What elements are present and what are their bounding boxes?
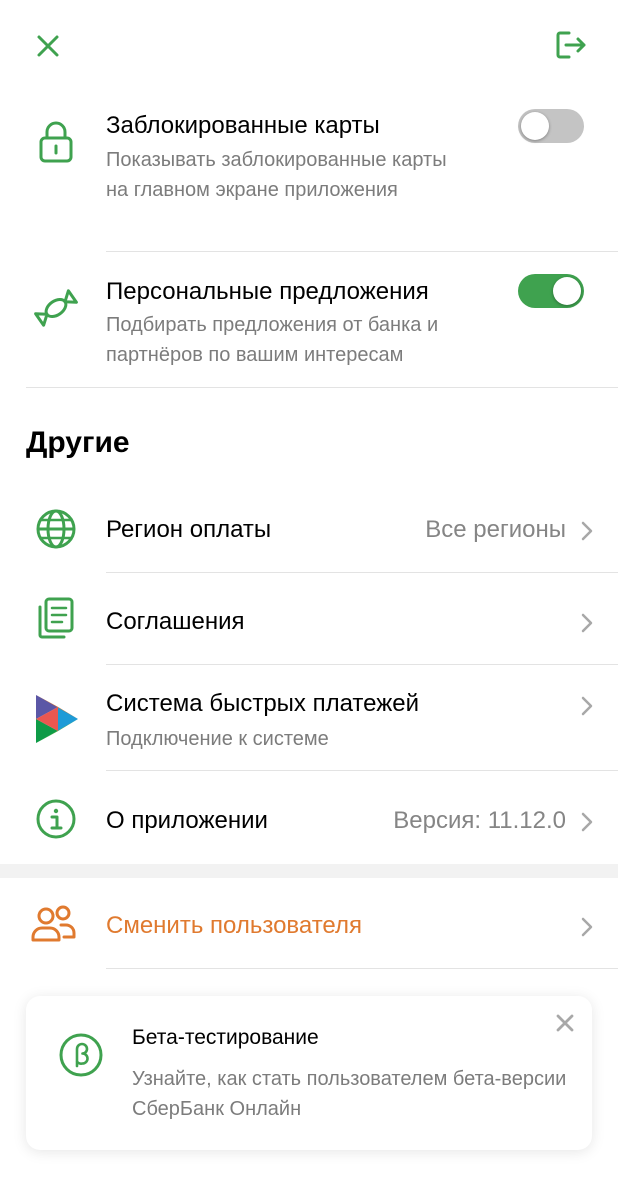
- section-separator: [0, 864, 618, 878]
- setting-title: Заблокированные карты: [106, 112, 380, 139]
- toggle-knob: [521, 112, 549, 140]
- chevron-right-icon: [581, 613, 593, 633]
- divider: [26, 387, 618, 388]
- divider: [106, 968, 618, 969]
- beta-title: Бета-тестирование: [132, 1026, 319, 1049]
- setting-personal-offers[interactable]: Персональные предложения Подбирать предл…: [0, 266, 618, 386]
- logout-icon[interactable]: [552, 26, 590, 64]
- menu-item-fast-payments[interactable]: Система быстрых платежей Подключение к с…: [0, 665, 618, 770]
- close-icon[interactable]: [554, 1012, 576, 1034]
- menu-item-label: О приложении: [106, 807, 268, 834]
- menu-item-label: Регион оплаты: [106, 516, 272, 543]
- close-icon[interactable]: [30, 28, 66, 64]
- payment-region-value: Все регионы: [425, 516, 566, 543]
- app-version-value: Версия: 11.12.0: [393, 807, 566, 834]
- chevron-right-icon: [581, 521, 593, 541]
- beta-subtitle: Узнайте, как стать пользователем бета-ве…: [132, 1068, 567, 1120]
- chevron-right-icon: [581, 812, 593, 832]
- setting-subtitle: Показывать заблокированные карты на глав…: [106, 149, 447, 201]
- switch-user-button[interactable]: Сменить пользователя: [0, 878, 618, 968]
- menu-item-subtitle: Подключение к системе: [106, 728, 329, 750]
- documents-icon: [38, 597, 74, 639]
- menu-item-payment-region[interactable]: Регион оплаты Все регионы: [0, 486, 618, 572]
- lock-icon: [39, 121, 73, 163]
- menu-item-label: Соглашения: [106, 608, 245, 635]
- blocked-cards-toggle[interactable]: [518, 109, 584, 143]
- beta-icon: [59, 1033, 103, 1077]
- menu-item-agreements[interactable]: Соглашения: [0, 573, 618, 663]
- setting-subtitle: Подбирать предложения от банка и партнёр…: [106, 314, 439, 366]
- switch-user-label: Сменить пользователя: [106, 912, 362, 939]
- candy-icon: [34, 289, 78, 327]
- toggle-knob: [553, 277, 581, 305]
- info-icon: [36, 799, 76, 839]
- globe-icon: [36, 509, 76, 549]
- beta-testing-card[interactable]: Бета-тестирование Узнайте, как стать пол…: [26, 996, 592, 1150]
- menu-item-about[interactable]: О приложении Версия: 11.12.0: [0, 771, 618, 863]
- setting-title: Персональные предложения: [106, 278, 429, 305]
- users-icon: [31, 905, 76, 942]
- personal-offers-toggle[interactable]: [518, 274, 584, 308]
- chevron-right-icon: [581, 696, 593, 716]
- section-title: Другие: [26, 426, 130, 459]
- menu-item-label: Система быстрых платежей: [106, 690, 420, 717]
- sbp-logo-icon: [36, 695, 78, 743]
- divider: [106, 251, 618, 252]
- chevron-right-icon: [581, 917, 593, 937]
- setting-blocked-cards[interactable]: Заблокированные карты Показывать заблоки…: [0, 100, 618, 250]
